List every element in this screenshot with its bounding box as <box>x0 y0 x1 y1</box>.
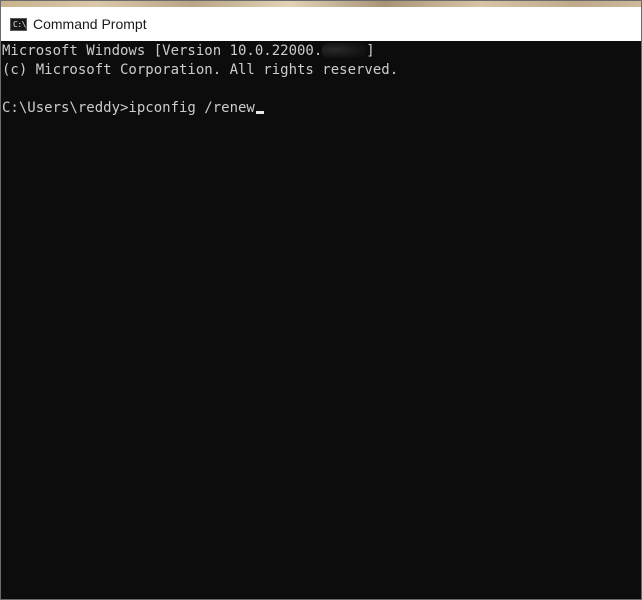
text-cursor <box>255 111 264 114</box>
window-title: Command Prompt <box>33 16 147 32</box>
version-text: Microsoft Windows [Version 10.0.22000. <box>2 43 323 59</box>
title-bar[interactable]: C:\ Command Prompt <box>1 7 641 41</box>
version-text-end: ] <box>366 43 375 59</box>
app-icon-glyph: C:\ <box>13 19 26 29</box>
console-line-command[interactable]: C:\Users\reddy>ipconfig /renew <box>2 99 641 118</box>
command-prompt-window: C:\ Command Prompt Microsoft Windows [Ve… <box>0 0 642 600</box>
command-prompt-text: C:\Users\reddy>ipconfig /renew <box>2 100 255 116</box>
redacted-build-number <box>322 43 367 58</box>
console-output-area[interactable]: Microsoft Windows [Version 10.0.22000.] … <box>1 41 641 599</box>
console-line-version: Microsoft Windows [Version 10.0.22000.] <box>2 42 641 61</box>
command-prompt-icon[interactable]: C:\ <box>10 17 27 31</box>
console-line-copyright: (c) Microsoft Corporation. All rights re… <box>2 62 399 78</box>
